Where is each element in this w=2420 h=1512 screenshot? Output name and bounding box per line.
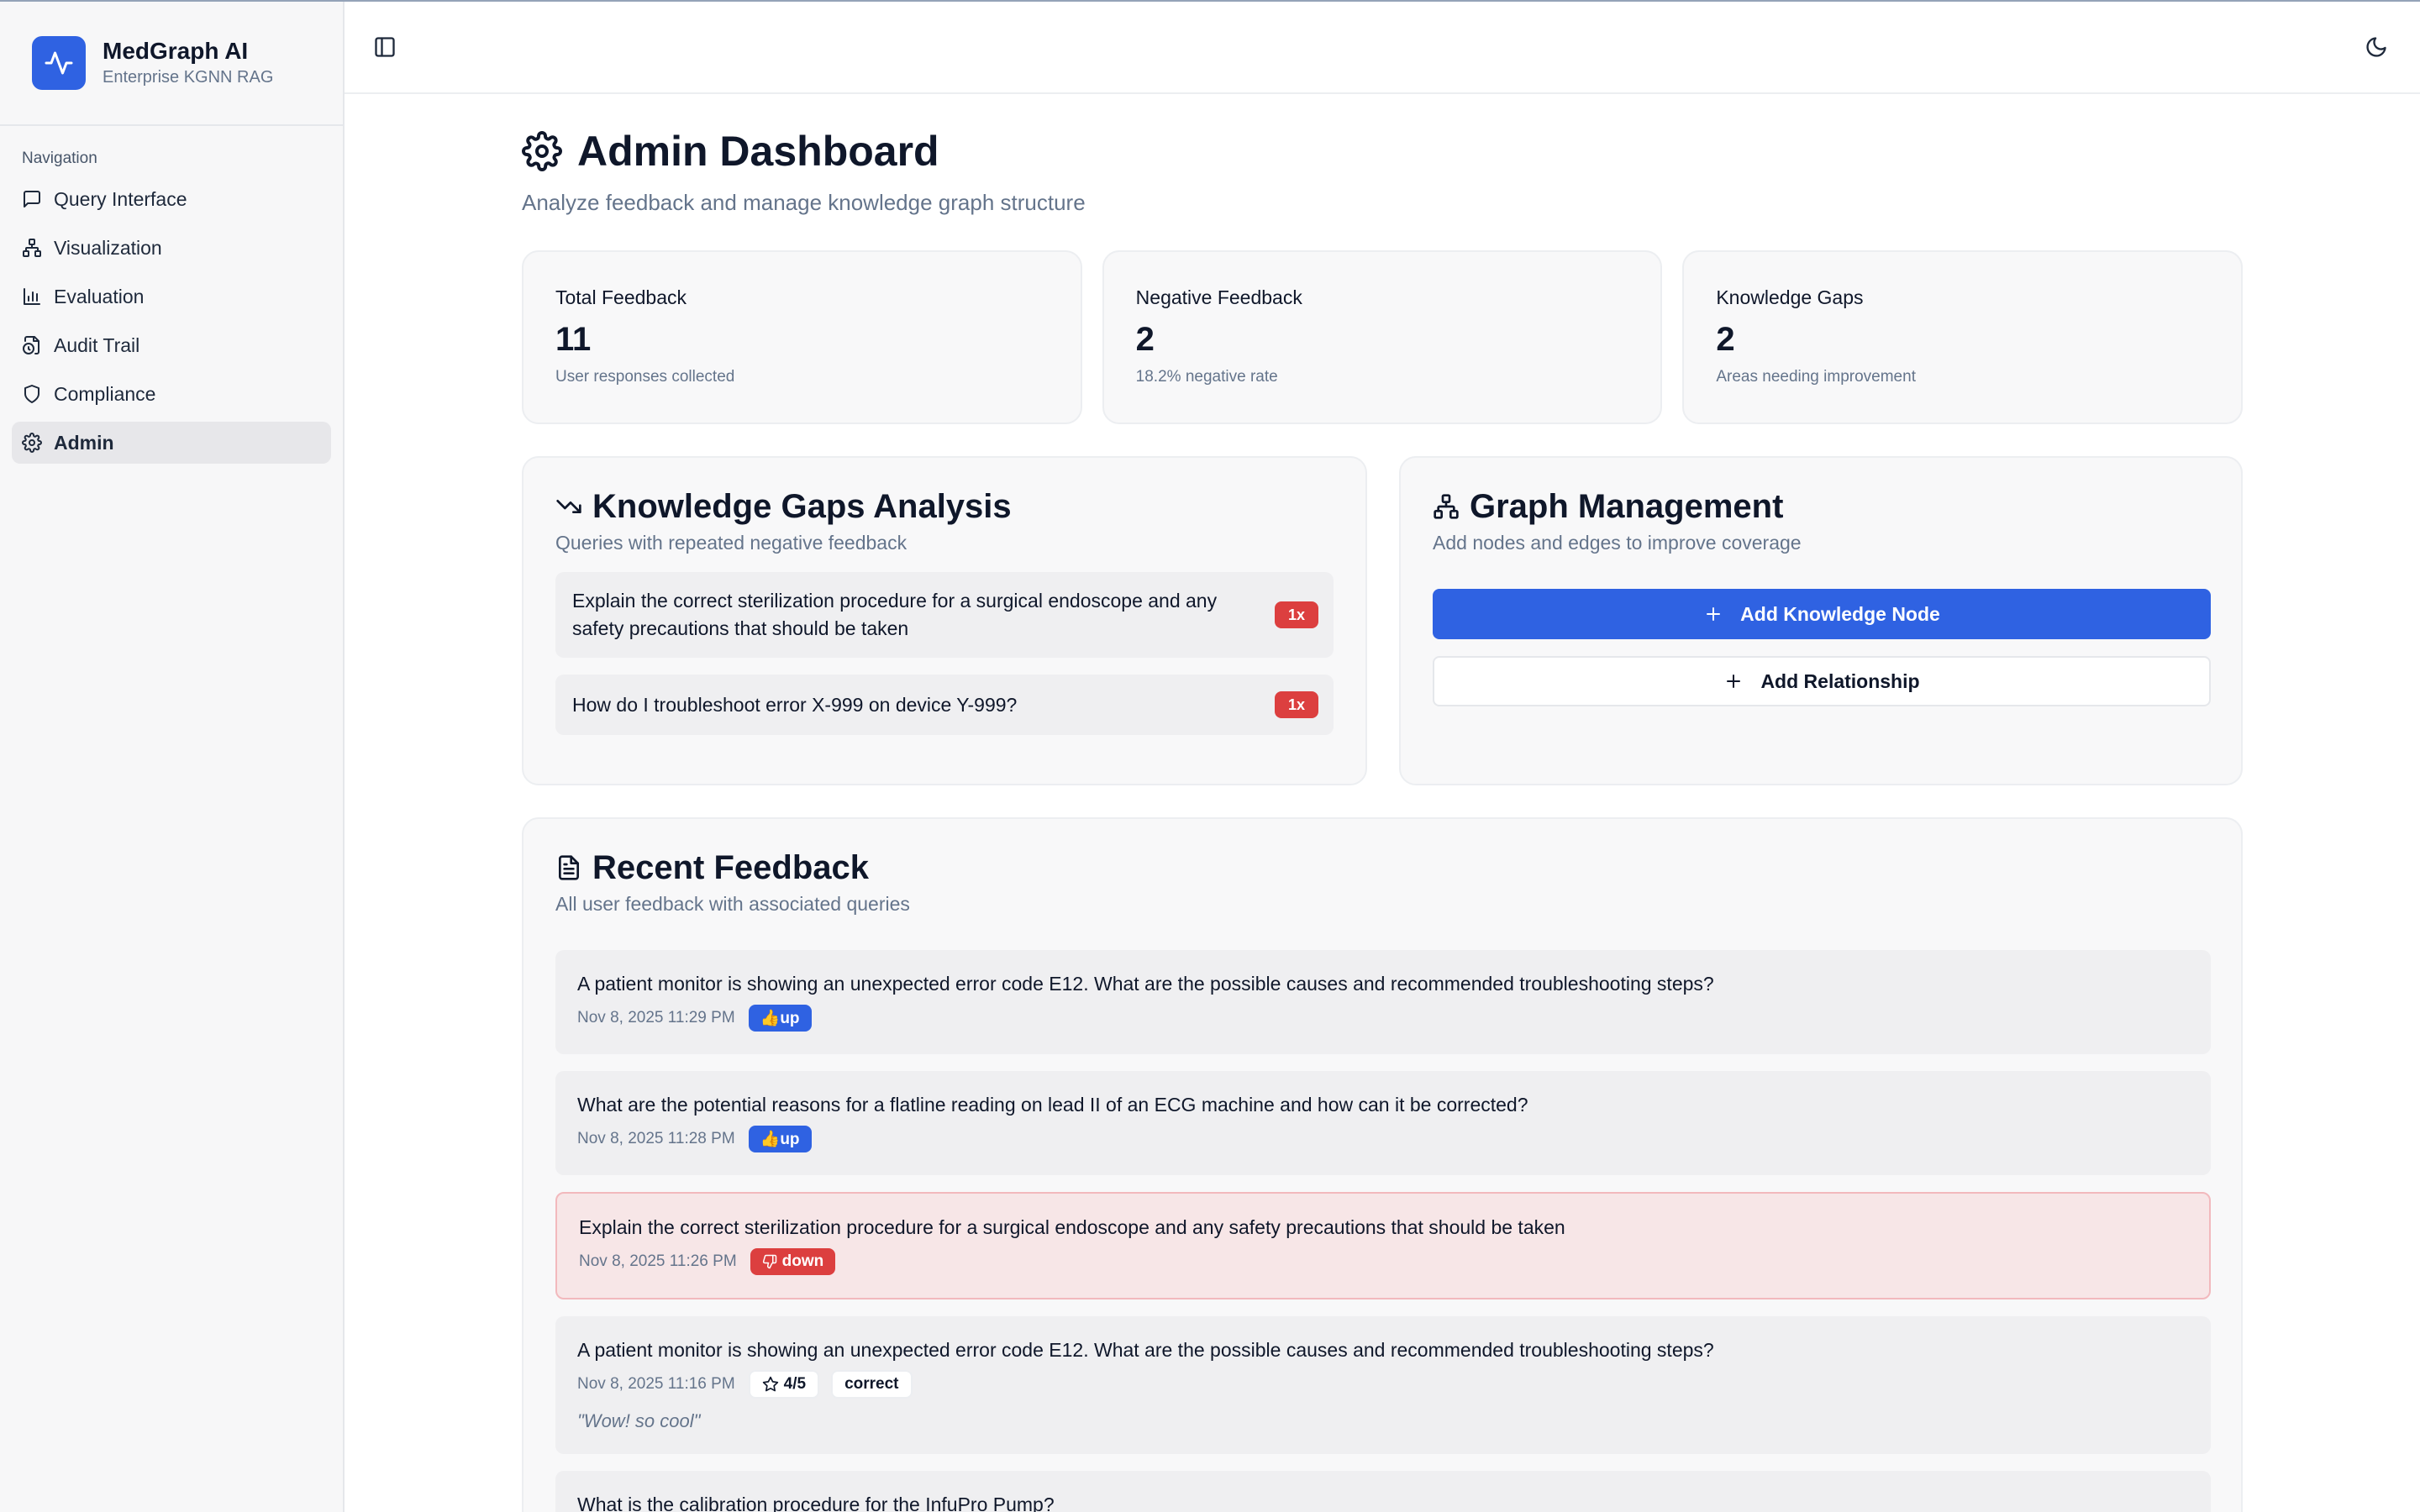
sidebar-item-label: Evaluation — [54, 285, 145, 307]
sidebar-item-audit-trail[interactable]: Audit Trail — [12, 324, 331, 366]
app-window: MedGraph AI Enterprise KGNN RAG Navigati… — [0, 0, 2420, 1512]
sidebar-item-label: Query Interface — [54, 187, 187, 210]
knowledge-gap-item[interactable]: How do I troubleshoot error X-999 on dev… — [555, 675, 1334, 735]
gap-query-text: Explain the correct sterilization proced… — [572, 590, 1218, 639]
message-square-icon — [24, 191, 40, 207]
card-title: Recent Feedback — [592, 849, 870, 886]
recent-feedback-card: Recent Feedback All user feedback with a… — [522, 817, 2243, 1512]
shield-icon — [24, 385, 39, 403]
sidebar-item-evaluation[interactable]: Evaluation — [12, 276, 331, 318]
panel-left-icon[interactable] — [373, 35, 397, 59]
gap-count-badge: 1x — [1274, 601, 1318, 628]
top-bar — [345, 2, 2420, 94]
stat-card-total-feedback: Total Feedback 11 User responses collect… — [522, 250, 1082, 424]
feedback-query: A patient monitor is showing an unexpect… — [577, 973, 1714, 995]
feedback-query: What is the calibration procedure for th… — [577, 1494, 1055, 1512]
card-subtitle: Add nodes and edges to improve coverage — [1433, 532, 1802, 554]
sidebar-item-label: Audit Trail — [54, 333, 140, 356]
feedback-query: What are the potential reasons for a fla… — [577, 1094, 1528, 1116]
gear-icon — [522, 131, 562, 171]
thumbs-down-icon — [762, 1254, 776, 1269]
knowledge-gap-item[interactable]: Explain the correct sterilization proced… — [555, 572, 1334, 658]
feedback-timestamp: Nov 8, 2025 11:26 PM — [579, 1252, 737, 1270]
stat-label: Negative Feedback — [1135, 286, 1302, 308]
feedback-timestamp: Nov 8, 2025 11:28 PM — [577, 1130, 735, 1147]
knowledge-gaps-card: Knowledge Gaps Analysis Queries with rep… — [522, 456, 1367, 785]
file-clock-icon — [23, 336, 39, 354]
button-label: Add Relationship — [1760, 669, 1920, 692]
vote-badge-up: 👍up — [748, 1126, 812, 1152]
add-knowledge-node-button[interactable]: Add Knowledge Node — [1433, 589, 2211, 639]
feedback-timestamp: Nov 8, 2025 11:16 PM — [577, 1375, 735, 1393]
feedback-item[interactable]: What are the potential reasons for a fla… — [555, 1071, 2211, 1175]
analysis-row: Knowledge Gaps Analysis Queries with rep… — [522, 456, 2243, 785]
button-label: Add Knowledge Node — [1740, 602, 1940, 625]
star-icon — [762, 1376, 778, 1392]
feedback-item[interactable]: A patient monitor is showing an unexpect… — [555, 1316, 2211, 1454]
stat-card-knowledge-gaps: Knowledge Gaps 2 Areas needing improveme… — [1682, 250, 2244, 424]
sidebar-item-visualization[interactable]: Visualization — [12, 227, 331, 269]
sidebar-item-compliance[interactable]: Compliance — [12, 373, 331, 415]
add-relationship-button[interactable]: Add Relationship — [1433, 656, 2211, 706]
feedback-item-negative[interactable]: Explain the correct sterilization proced… — [555, 1192, 2211, 1299]
plus-icon — [1707, 607, 1721, 621]
feedback-query: A patient monitor is showing an unexpect… — [577, 1339, 1714, 1361]
file-text-icon — [559, 855, 579, 880]
feedback-query: Explain the correct sterilization proced… — [579, 1216, 1565, 1238]
sidebar-item-label: Admin — [54, 431, 114, 454]
card-subtitle: Queries with repeated negative feedback — [555, 532, 908, 554]
page-subtitle: Analyze feedback and manage knowledge gr… — [522, 190, 1086, 215]
sidebar: MedGraph AI Enterprise KGNN RAG Navigati… — [0, 2, 345, 1512]
stat-description: 18.2% negative rate — [1135, 368, 1278, 386]
page-title: Admin Dashboard — [577, 128, 939, 175]
stat-card-negative-feedback: Negative Feedback 2 18.2% negative rate — [1102, 250, 1663, 424]
correctness-badge: correct — [831, 1370, 913, 1399]
stats-row: Total Feedback 11 User responses collect… — [522, 250, 2244, 424]
stat-label: Knowledge Gaps — [1716, 286, 1864, 308]
network-icon — [1434, 494, 1459, 519]
feedback-item[interactable]: What is the calibration procedure for th… — [555, 1471, 2211, 1512]
stat-label: Total Feedback — [555, 286, 687, 308]
stat-value: 11 — [555, 321, 592, 358]
sidebar-item-label: Compliance — [54, 382, 156, 405]
gap-query-text: How do I troubleshoot error X-999 on dev… — [572, 693, 1018, 716]
sidebar-item-query-interface[interactable]: Query Interface — [12, 178, 331, 220]
network-icon — [23, 239, 41, 257]
card-title: Graph Management — [1470, 488, 1784, 525]
main-content: Admin Dashboard Analyze feedback and man… — [522, 94, 2244, 1512]
card-subtitle: All user feedback with associated querie… — [555, 893, 910, 915]
gear-icon — [22, 433, 42, 453]
brand-header: MedGraph AI Enterprise KGNN RAG — [0, 2, 343, 126]
graph-management-card: Graph Management Add nodes and edges to … — [1399, 456, 2243, 785]
feedback-comment: "Wow! so cool" — [577, 1410, 701, 1431]
feedback-list: A patient monitor is showing an unexpect… — [555, 950, 2211, 1512]
bar-chart-icon — [24, 288, 40, 305]
sidebar-item-admin[interactable]: Admin — [12, 422, 331, 464]
sidebar-item-label: Visualization — [54, 236, 162, 259]
stat-value: 2 — [1135, 321, 1155, 358]
card-title: Knowledge Gaps Analysis — [592, 488, 1012, 525]
activity-icon — [32, 36, 86, 90]
vote-label: down — [781, 1252, 824, 1270]
rating-badge: 4/5 — [748, 1370, 820, 1399]
stat-description: Areas needing improvement — [1716, 368, 1916, 386]
vote-badge-up: 👍up — [748, 1005, 812, 1032]
nav-section-label: Navigation — [22, 150, 97, 167]
brand-title: MedGraph AI — [103, 38, 249, 64]
feedback-item[interactable]: A patient monitor is showing an unexpect… — [555, 950, 2211, 1054]
stat-value: 2 — [1716, 321, 1735, 358]
moon-icon[interactable] — [2365, 35, 2388, 59]
brand-subtitle: Enterprise KGNN RAG — [103, 68, 274, 87]
sidebar-nav: Query Interface Visualization Evaluation… — [0, 178, 343, 464]
feedback-timestamp: Nov 8, 2025 11:29 PM — [577, 1009, 735, 1026]
vote-badge-down: down — [750, 1248, 836, 1275]
plus-icon — [1727, 675, 1741, 688]
trending-down-icon — [556, 500, 581, 513]
stat-description: User responses collected — [555, 368, 735, 386]
rating-value: 4/5 — [783, 1375, 807, 1393]
gap-count-badge: 1x — [1274, 691, 1318, 718]
